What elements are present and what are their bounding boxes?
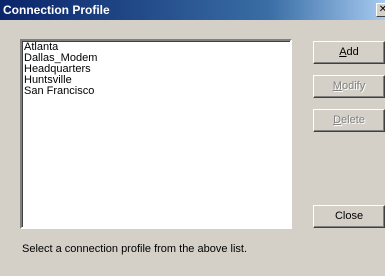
list-item[interactable]: San Francisco (24, 86, 288, 97)
add-button-label: dd (346, 46, 359, 58)
connection-profile-dialog: Connection Profile ✕ Atlanta Dallas_Mode… (0, 0, 385, 276)
window-title: Connection Profile (3, 3, 110, 17)
delete-button[interactable]: Delete (313, 109, 385, 132)
close-icon[interactable]: ✕ (376, 3, 385, 17)
add-button[interactable]: Add (313, 41, 385, 64)
close-button-label: Close (334, 210, 364, 222)
status-text: Select a connection profile from the abo… (22, 243, 248, 255)
profile-listbox[interactable]: Atlanta Dallas_Modem Headquarters Huntsv… (20, 39, 292, 229)
modify-button-accel: M (332, 80, 342, 92)
modify-button[interactable]: Modify (313, 75, 385, 98)
delete-button-label: elete (341, 114, 365, 126)
delete-button-accel: D (333, 114, 342, 126)
modify-button-label: odify (341, 80, 366, 92)
close-button[interactable]: Close (313, 205, 385, 228)
add-button-accel: A (339, 46, 347, 58)
title-bar[interactable]: Connection Profile ✕ (0, 0, 385, 20)
